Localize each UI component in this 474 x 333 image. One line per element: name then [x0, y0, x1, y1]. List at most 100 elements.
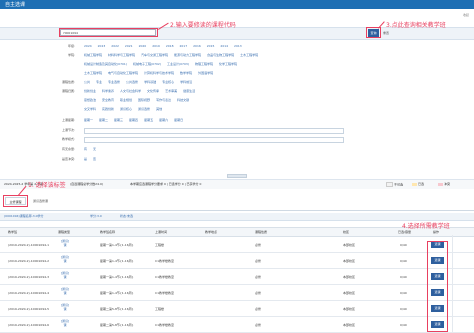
course-type[interactable]: [通识]课: [60, 303, 70, 311]
col-type: 课程类型: [58, 230, 71, 234]
filter-option[interactable]: 数学学院: [180, 71, 192, 75]
legend-unavailable: 不可选: [386, 182, 403, 188]
filter-option[interactable]: 人文与社会科学: [120, 89, 141, 93]
filter-option[interactable]: 机械工程学院: [84, 53, 102, 57]
filter-grid[interactable]: [84, 137, 344, 143]
filter-option[interactable]: 国际视野: [138, 98, 150, 102]
course-type[interactable]: [通识]课: [60, 287, 70, 295]
filter-option[interactable]: 2019: [152, 44, 160, 48]
filter-option[interactable]: 2015: [207, 44, 215, 48]
class-place: C1教学楼教室: [155, 259, 175, 263]
filter-option[interactable]: 食品与生物工程学院: [207, 53, 234, 57]
filter-option[interactable]: 工业设计(0703): [167, 62, 189, 66]
filter-option[interactable]: 2016: [193, 44, 201, 48]
filter-option[interactable]: 2021: [125, 44, 133, 48]
legend-conflict: 冲突: [438, 182, 450, 187]
filter-option[interactable]: 星期四: [129, 118, 138, 122]
filter-option[interactable]: 职业规划: [120, 98, 132, 102]
filter-option[interactable]: 学科基础: [144, 80, 156, 84]
filter-option[interactable]: 文化传承: [147, 89, 159, 93]
filter-option[interactable]: 专业: [96, 80, 102, 84]
filter-option[interactable]: 创新创业: [84, 89, 96, 93]
annotation-step-3: 3.点此查询相关教学班: [386, 22, 446, 29]
capacity: 0/40: [400, 307, 407, 311]
filter-option[interactable]: 专业选修: [108, 80, 120, 84]
capacity: 0/40: [400, 291, 407, 295]
expand-toggle[interactable]: [227, 174, 247, 178]
filter-option[interactable]: 星期三: [114, 118, 123, 122]
filter-option[interactable]: 机械设计制造及其自动化(0701): [84, 62, 127, 66]
filter-option[interactable]: 公共: [84, 80, 90, 84]
filter-option[interactable]: 星期日: [174, 118, 183, 122]
filter-option[interactable]: 材料科学与工程学院: [108, 53, 135, 57]
annotation-box-select: [427, 241, 448, 332]
course-type[interactable]: [通识]课: [60, 255, 70, 263]
filter-option[interactable]: 安全教育: [102, 98, 114, 102]
filter-option[interactable]: 星期二: [99, 118, 108, 122]
filter-option[interactable]: 通识选修: [138, 107, 150, 111]
filter-options: 机械设计制造及其自动化(0701) 机械电子工程(0702) 工业设计(0703) 物…: [84, 62, 243, 66]
reset-link[interactable]: 重置: [383, 31, 389, 35]
filter-options: 土木工程学院 电气与自动化工程学院 计算机科学与技术学院 数学学院 外国语学院: [84, 71, 219, 75]
filter-option[interactable]: 2022: [111, 44, 119, 48]
filter-label: 学院:: [67, 53, 75, 57]
filter-option[interactable]: 科技文献: [177, 98, 189, 102]
campus: 本部校区: [343, 243, 356, 247]
filter-option[interactable]: 写作与表达: [156, 98, 171, 102]
filter-option[interactable]: 土木工程学院: [240, 53, 258, 57]
filter-option[interactable]: 计算机科学与技术学院: [144, 71, 174, 75]
filter-grid[interactable]: [84, 128, 344, 134]
filter-option[interactable]: 无: [93, 147, 96, 151]
filter-option[interactable]: 化学工程学院: [219, 62, 237, 66]
filter-option[interactable]: 科学素养: [102, 89, 114, 93]
filter-option[interactable]: 通识核心: [120, 107, 132, 111]
col-nature: 课程性质: [255, 230, 268, 234]
course-type[interactable]: [通识]课: [60, 319, 70, 327]
annotation-box-search: [59, 28, 158, 37]
filter-option[interactable]: 2023: [98, 44, 106, 48]
filter-option[interactable]: 汽车与交通工程学院: [141, 53, 168, 57]
filter-option[interactable]: 机械电子工程(0702): [133, 62, 161, 66]
filter-option[interactable]: 星期五: [144, 118, 153, 122]
filter-option[interactable]: 是: [84, 157, 87, 161]
class-time: 星期一第1-4节{1-16周}: [100, 291, 134, 295]
filter-option[interactable]: 2013: [234, 44, 242, 48]
filter-option[interactable]: 土木工程学院: [84, 71, 102, 75]
filter-option[interactable]: 能源与动力工程学院: [174, 53, 201, 57]
filter-option[interactable]: 物理工程学院: [195, 62, 213, 66]
filter-option[interactable]: 健康生活: [183, 89, 195, 93]
course-type[interactable]: [通识]课: [60, 271, 70, 279]
filter-option[interactable]: 学科前沿: [180, 80, 192, 84]
filter-label: 是否冲突:: [61, 157, 75, 161]
filter-option[interactable]: 公共选修: [126, 80, 138, 84]
filter-option[interactable]: 否: [93, 157, 96, 161]
course-type[interactable]: [通识]课: [60, 239, 70, 247]
filter-option[interactable]: 2014: [220, 44, 228, 48]
filter-option[interactable]: 实践创新: [102, 107, 114, 111]
campus: 本部校区: [343, 307, 356, 311]
filter-option[interactable]: 交叉学科: [84, 107, 96, 111]
filter-option[interactable]: 专业核心: [162, 80, 174, 84]
filter-option[interactable]: 2017: [179, 44, 187, 48]
filter-row: 学院: 机械工程学院 材料科学与工程学院 汽车与交通工程学院 能源与动力工程学院 食品与生…: [0, 52, 474, 60]
class-code: (2019-2020-2)-10001094-4: [8, 291, 50, 295]
filter-option[interactable]: 星期六: [159, 118, 168, 122]
filter-option[interactable]: 其他: [156, 107, 162, 111]
filter-option[interactable]: 2024: [84, 44, 92, 48]
filter-option[interactable]: 艺术审美: [165, 89, 177, 93]
collapse-link[interactable]: 收起: [463, 13, 469, 17]
filter-option[interactable]: 星期一: [84, 118, 93, 122]
filter-option[interactable]: 思想政治: [84, 98, 96, 102]
filter-option[interactable]: 有: [84, 147, 87, 151]
filter-option[interactable]: 2020: [139, 44, 147, 48]
course-nature: 必修: [255, 307, 262, 311]
filter-option[interactable]: 电气与自动化工程学院: [108, 71, 138, 75]
filter-options: 公共 专业 专业选修 公共选修 学科基础 专业核心 学科前沿: [84, 80, 198, 84]
filter-option[interactable]: 2018: [166, 44, 174, 48]
capacity: 0/40: [400, 243, 407, 247]
filter-option[interactable]: 外国语学院: [198, 71, 213, 75]
class-time: 星期一第1-4节{1-16周}: [100, 243, 134, 247]
course-header[interactable]: (0001094)课程名称-3.0学分 学分:3.0 状态:未选: [0, 213, 474, 221]
tab-general-courses[interactable]: 通识选修课: [31, 197, 50, 205]
class-place: 工程楼: [155, 243, 165, 247]
